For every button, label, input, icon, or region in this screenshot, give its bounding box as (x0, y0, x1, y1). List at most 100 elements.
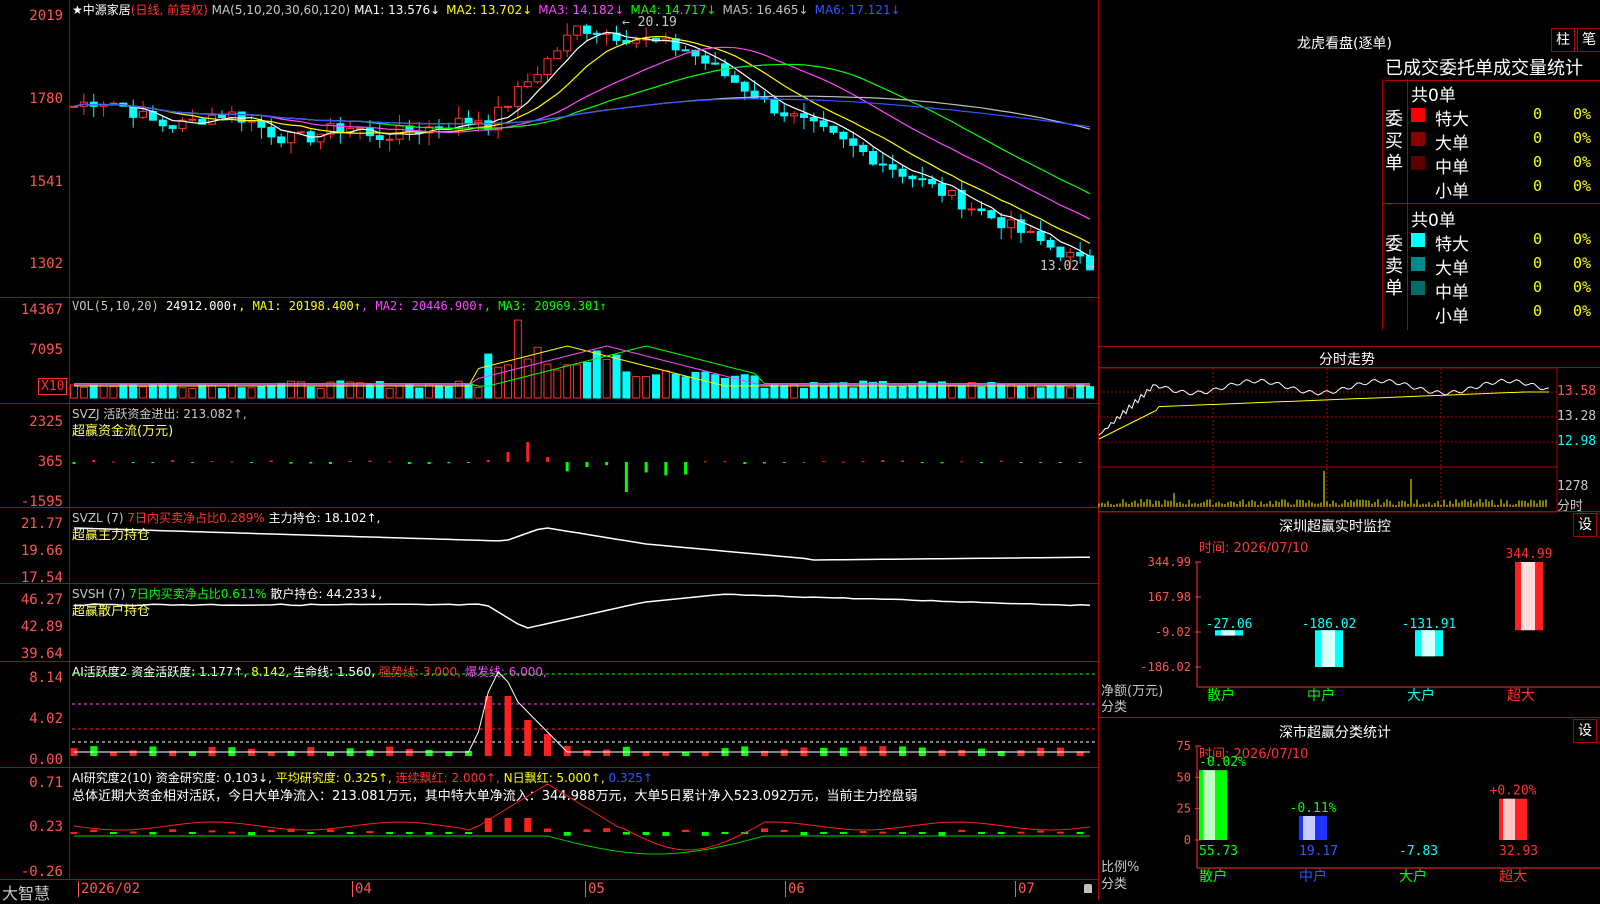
flow-bar (545, 457, 549, 462)
order-color-swatch (1411, 180, 1425, 194)
classify-bar-highlight (1303, 815, 1315, 840)
dragon-tiger-tabs[interactable]: 已成交委托单成交量统计 (1385, 54, 1600, 81)
classify-value-label: 19.17 (1299, 844, 1338, 859)
activity-bar (958, 749, 966, 756)
classify-category-label: 中户 (1299, 868, 1327, 885)
volume-bar (582, 361, 591, 399)
volume-bar (434, 385, 443, 399)
research-bar (642, 832, 650, 836)
volume-bar (947, 384, 956, 399)
activity-line (74, 671, 1090, 753)
price-pane[interactable]: 2019 1780 1541 1302 ★中源家居(日线, 前复权) MA(5,10,… (0, 0, 1098, 298)
volume-chart[interactable] (0, 298, 1098, 404)
buy-orders-label: 委买单 (1385, 109, 1403, 174)
ai-active-chart[interactable] (0, 662, 1098, 768)
intraday-panel[interactable]: 分时走势 13.58 13.28 12.98 1278 分时 (1098, 346, 1600, 514)
sell-orders-block: 委卖单 共0单 特大 0 0% 大单 0 0% 中单 0 0% 小单 0 0% (1382, 204, 1600, 330)
flow-bar (1058, 462, 1062, 464)
candlestick-chart[interactable]: ← 20.19 13.02 → (0, 0, 1098, 298)
candle-body (208, 114, 217, 125)
volume-bar (247, 387, 256, 399)
monitor-bar-chart[interactable]: 344.99 167.98 -9.02 -186.02 -27.06 散户 -186.02 中… (1099, 512, 1600, 718)
activity-bar (583, 750, 591, 756)
classify-bar-chart[interactable]: 75 50 25 0 -0.02% 55.73 散户 -0.11% 19.17 中户 -7.83 大户… (1099, 718, 1600, 901)
research-bar (879, 831, 887, 834)
volume-bar (671, 373, 680, 399)
candle-body (740, 81, 749, 92)
volume-bar (1016, 385, 1025, 399)
volume-bar (651, 374, 660, 399)
flow-bar (1039, 462, 1043, 463)
order-type-label: 特大 (1435, 235, 1469, 255)
volume-bar (257, 385, 266, 399)
activity-bar (386, 746, 394, 756)
order-count: 0 (1533, 278, 1543, 296)
svsh-chart[interactable] (0, 584, 1098, 662)
monitor-bar-value: 344.99 (1506, 547, 1553, 562)
flow-bar (526, 442, 530, 462)
activity-bar (741, 746, 749, 756)
research-bar (543, 828, 551, 832)
research-bar (622, 832, 630, 835)
volume-bar (701, 371, 710, 399)
research-bar (997, 832, 1005, 835)
volume-bar (474, 386, 483, 399)
research-bar (918, 832, 926, 834)
flow-bar (881, 460, 885, 462)
flow-bar (230, 461, 234, 463)
high-price-label: ← 20.19 (622, 15, 677, 30)
volume-pane[interactable]: 14367 7095 VOL(5,10,20) 24912.000↑, MA1: … (0, 298, 1098, 404)
candle-body (977, 208, 986, 212)
candle-body (681, 49, 690, 52)
candle-body (839, 131, 848, 140)
date-tick: 04 (352, 881, 372, 897)
classify-category-label: 超大 (1499, 869, 1527, 885)
research-bar (524, 818, 532, 832)
candle-body (464, 117, 473, 124)
candle-body (938, 183, 947, 196)
svzl-chart[interactable] (0, 508, 1098, 584)
candle-body (158, 119, 167, 127)
flow-bar (585, 462, 589, 468)
svzj-pane[interactable]: 2325 365 -1595 SVZJ 活跃资金进出: 213.082↑, 超赢资金… (0, 404, 1098, 510)
volume-bar (109, 386, 118, 399)
volume-bar (799, 387, 808, 399)
bar-mode-button[interactable]: 柱 (1551, 28, 1575, 52)
ai-research-pane[interactable]: 0.71 0.23 -0.26 AI研究度2(10) 资金研究度: 0.103↓, … (0, 768, 1098, 880)
flow-bar (467, 462, 471, 463)
candle-body (504, 105, 513, 108)
ai-active-pane[interactable]: 8.14 4.02 0.00 AI活跃度2 资金活跃度: 1.177↑, 8.142… (0, 662, 1098, 768)
monitor-category-label: 大户 (1407, 687, 1435, 704)
svzj-chart[interactable] (0, 404, 1098, 508)
chart-scroll-lock-icon[interactable] (1084, 884, 1092, 893)
order-type-label: 小单 (1435, 307, 1469, 327)
flow-bar (407, 462, 411, 464)
monitor-bar-highlight (1521, 562, 1535, 631)
candle-body (770, 98, 779, 114)
volume-bar (168, 384, 177, 399)
ai-research-chart[interactable] (0, 768, 1098, 880)
flow-bar (979, 462, 983, 463)
activity-bar (484, 696, 492, 756)
monitor-category-label: 中户 (1307, 687, 1335, 704)
volume-bar (267, 384, 276, 399)
volume-bar (306, 386, 315, 399)
flow-bar (250, 462, 254, 463)
flow-bar (92, 460, 96, 462)
volume-bar (385, 387, 394, 399)
order-type-label: 大单 (1435, 259, 1469, 279)
candle-body (543, 58, 552, 75)
volume-bar (139, 386, 148, 399)
flow-bar (309, 462, 313, 464)
research-bar (109, 832, 117, 834)
svsh-pane[interactable]: 46.27 42.89 39.64 SVSH (7) 7日内买卖净占比0.611% … (0, 584, 1098, 662)
volume-bar (237, 387, 246, 399)
research-bar (839, 832, 847, 834)
flow-bar (171, 460, 175, 462)
intraday-chart[interactable] (1098, 347, 1600, 513)
svzl-pane[interactable]: 21.77 19.66 17.54 SVZL (7) 7日内买卖净占比0.289% … (0, 508, 1098, 586)
ma-line (73, 46, 1091, 220)
tick-mode-button[interactable]: 笔 (1577, 28, 1600, 52)
candle-body (533, 73, 542, 83)
flow-bar (565, 462, 569, 472)
